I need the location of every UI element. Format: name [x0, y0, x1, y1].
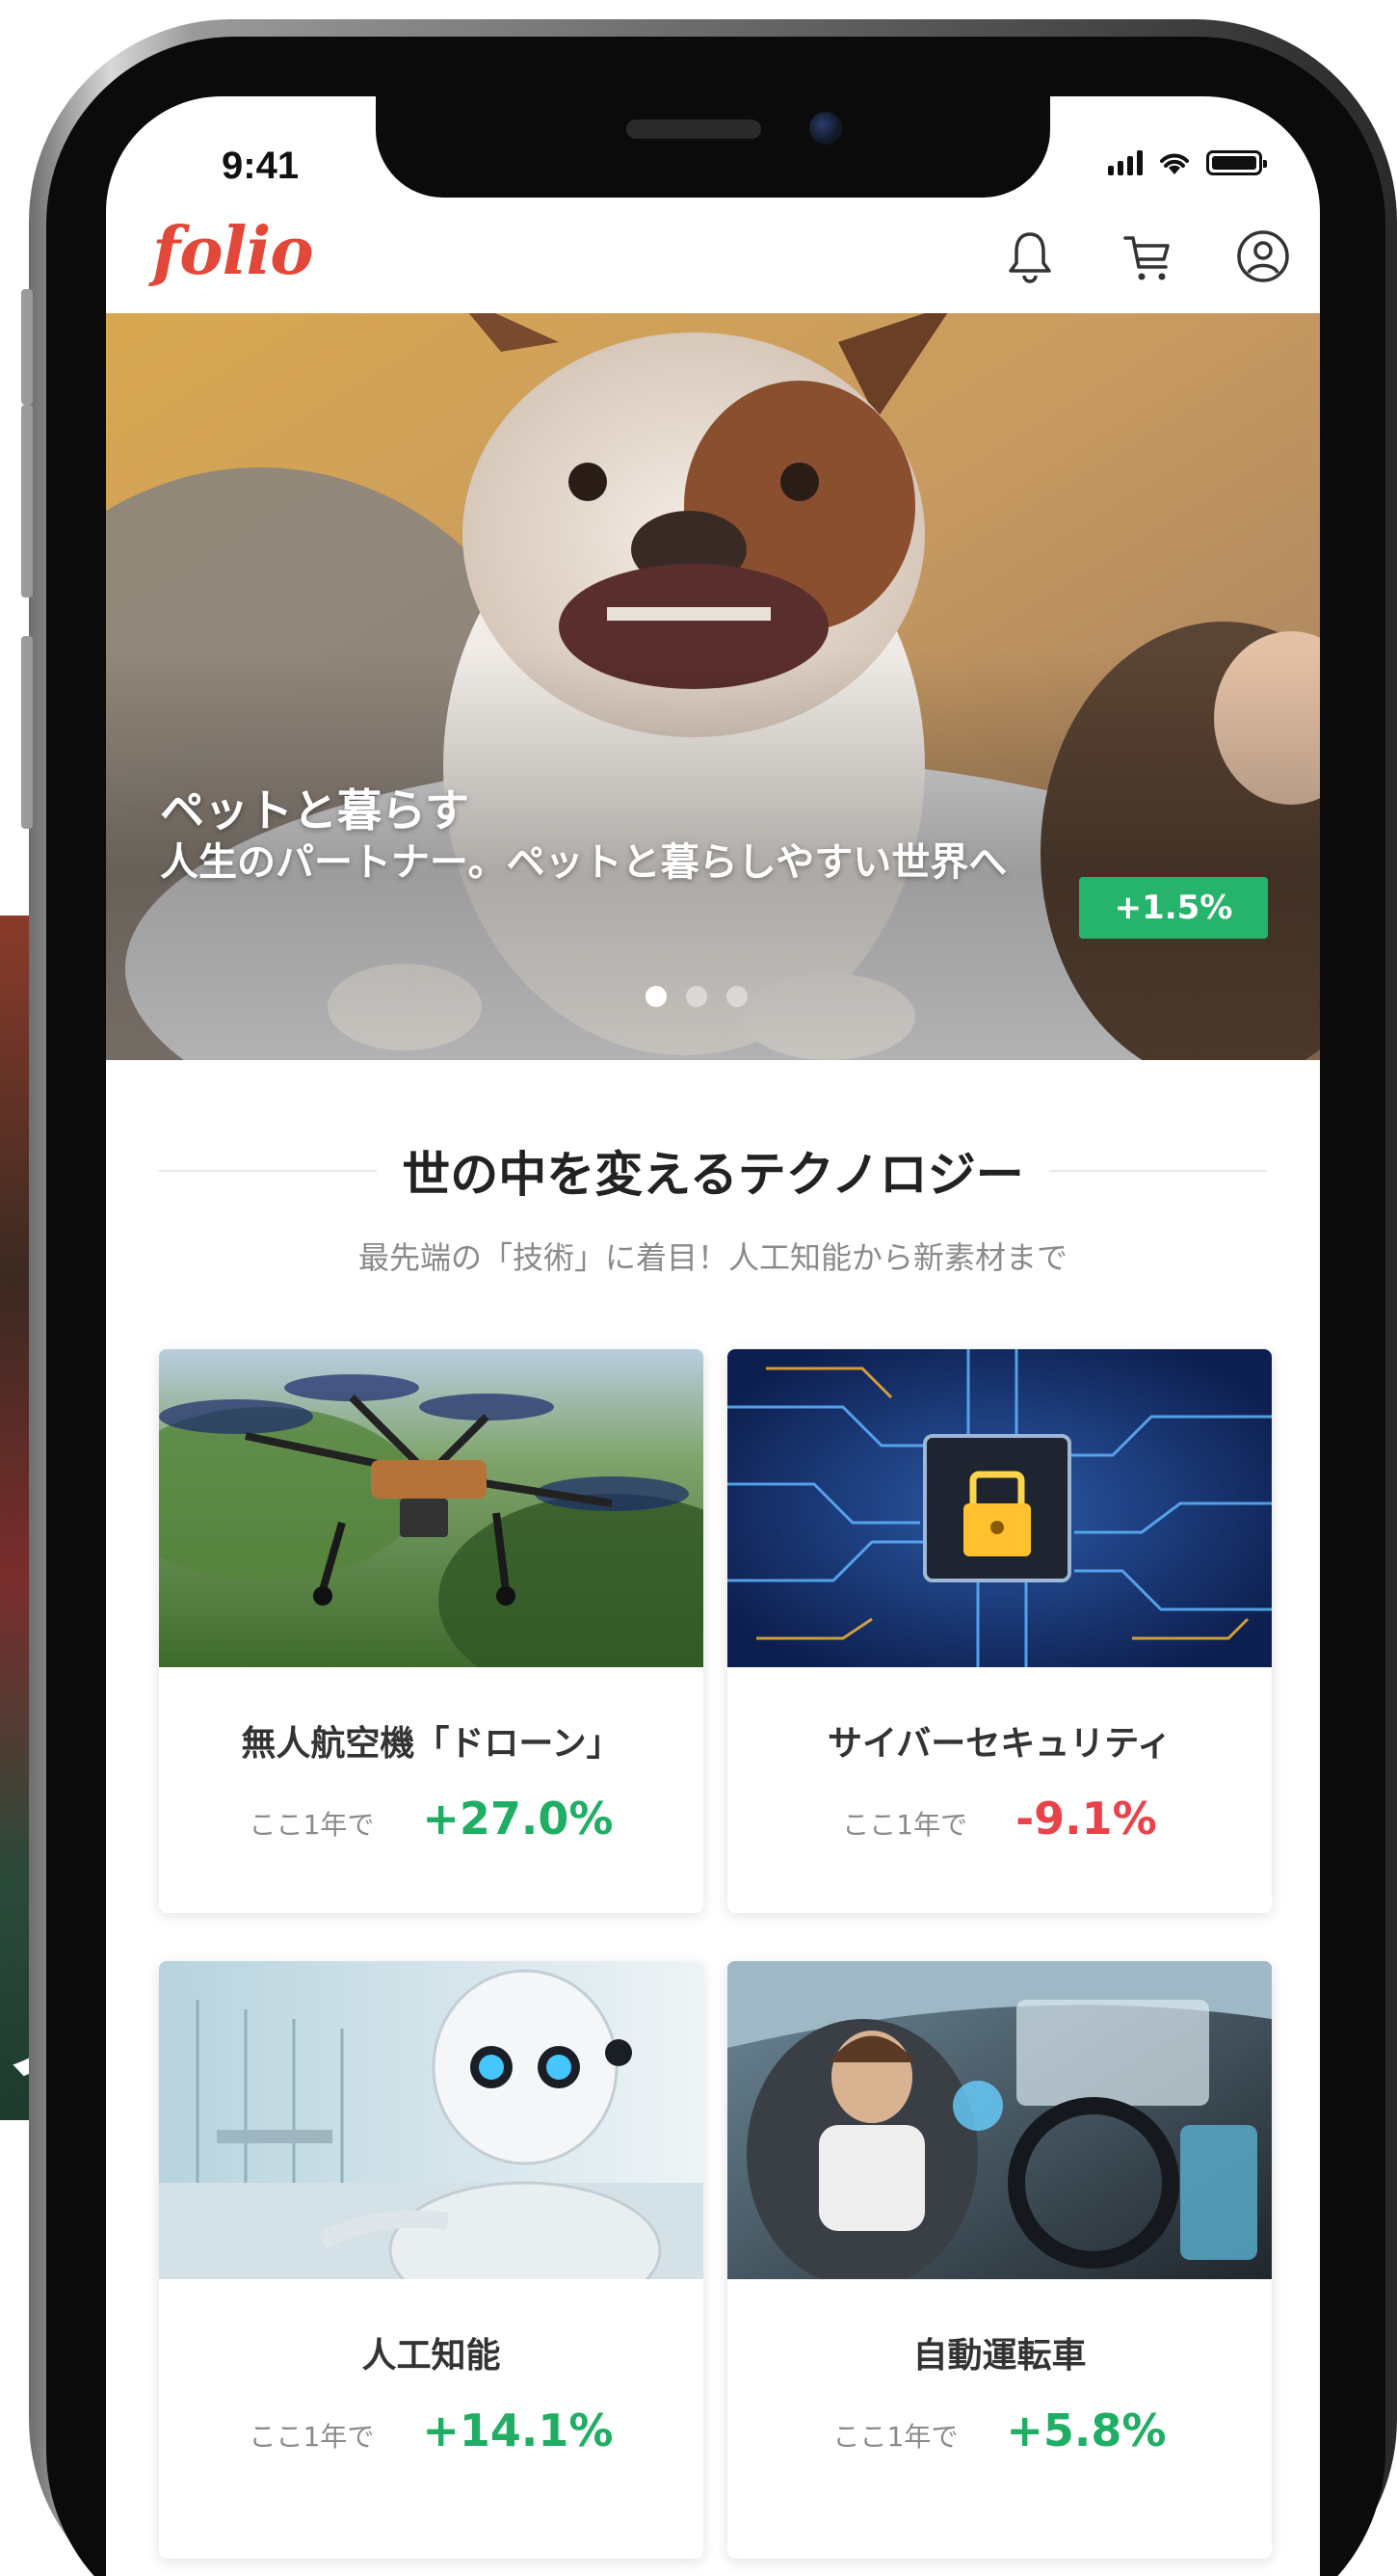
- section-title: 世の中を変えるテクノロジー: [402, 1147, 1024, 1203]
- card-return: ここ1年で +27.0%: [159, 1793, 703, 1845]
- card-title: サイバーセキュリティ: [827, 1724, 1173, 1764]
- card-return: ここ1年で +14.1%: [159, 2404, 703, 2456]
- theme-card-drone[interactable]: 無人航空機「ドローン」 ここ1年で +27.0%: [159, 1349, 703, 1913]
- hero-return-badge: +1.5%: [1079, 877, 1268, 939]
- hero-subtitle: 人生のパートナー。ペットと暮らしやすい世界へ: [160, 840, 1008, 885]
- divider: [1048, 1170, 1267, 1172]
- divider: [159, 1170, 378, 1172]
- theme-card-cyber-security[interactable]: サイバーセキュリティ ここ1年で -9.1%: [727, 1349, 1272, 1913]
- account-icon[interactable]: [1233, 226, 1293, 286]
- wifi-icon: [1160, 153, 1189, 174]
- return-period-label: ここ1年で: [249, 1809, 375, 1841]
- hero-title: ペットと暮らす: [160, 784, 470, 837]
- mute-switch: [21, 289, 33, 405]
- return-value: +14.1%: [422, 2404, 614, 2456]
- folio-logo[interactable]: folio: [152, 213, 314, 290]
- phone-screen: 9:41 folio ペットと暮らす 人生のパートナー。ペットと暮らしやすい世界…: [106, 96, 1320, 2576]
- return-period-label: ここ1年で: [249, 2421, 375, 2453]
- notch: [376, 96, 1050, 198]
- section-subtitle: 最先端の「技術」に着目！人工知能から新素材まで: [357, 1239, 1068, 1276]
- carousel-dot[interactable]: [726, 986, 748, 1007]
- bell-icon[interactable]: [1000, 226, 1060, 286]
- app-header: folio: [106, 207, 1320, 308]
- card-title: 無人航空機「ドローン」: [241, 1724, 621, 1764]
- card-return: ここ1年で -9.1%: [727, 1793, 1272, 1845]
- theme-card-self-driving-car[interactable]: 自動運転車 ここ1年で +5.8%: [727, 1961, 1272, 2559]
- card-image-robot: [159, 1961, 703, 2279]
- card-title: 人工知能: [361, 2336, 501, 2376]
- carousel-dot[interactable]: [686, 986, 707, 1007]
- section-heading: 世の中を変えるテクノロジー: [159, 1132, 1267, 1209]
- battery-icon: [1206, 150, 1267, 175]
- carousel-dot-active[interactable]: [646, 986, 667, 1007]
- return-value: -9.1%: [1015, 1793, 1157, 1845]
- earpiece-speaker: [626, 120, 761, 139]
- card-image-car-interior: [727, 1961, 1272, 2279]
- card-image-drone: [159, 1349, 703, 1667]
- cart-icon[interactable]: [1118, 226, 1177, 286]
- card-return: ここ1年で +5.8%: [727, 2404, 1272, 2456]
- return-value: +5.8%: [1006, 2404, 1167, 2456]
- return-value: +27.0%: [422, 1793, 614, 1845]
- return-period-label: ここ1年で: [842, 1809, 968, 1841]
- status-time: 9:41: [222, 145, 300, 187]
- status-icons: [1108, 150, 1267, 175]
- card-image-circuit: [727, 1349, 1272, 1667]
- volume-up-button: [21, 405, 33, 598]
- volume-down-button: [21, 636, 33, 829]
- front-camera: [809, 112, 842, 145]
- carousel-indicator: [646, 986, 748, 1007]
- theme-card-ai[interactable]: 人工知能 ここ1年で +14.1%: [159, 1961, 703, 2559]
- card-title: 自動運転車: [912, 2336, 1087, 2376]
- hero-overlay: [106, 313, 1320, 1060]
- cellular-signal-icon: [1108, 150, 1143, 175]
- hero-banner[interactable]: ペットと暮らす 人生のパートナー。ペットと暮らしやすい世界へ +1.5%: [106, 313, 1320, 1060]
- app-mockup: ノ 9:41 folio: [0, 0, 1397, 2576]
- return-period-label: ここ1年で: [832, 2421, 959, 2453]
